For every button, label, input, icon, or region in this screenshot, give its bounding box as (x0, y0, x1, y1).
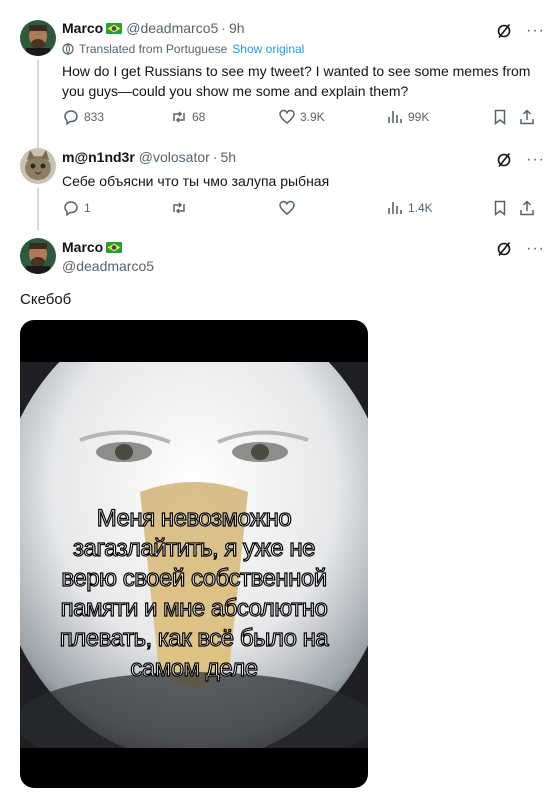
tweet-actions: 833 68 3.9K 99K (0, 108, 549, 128)
meme-caption-line: памяти и мне абсолютно (60, 594, 328, 622)
thread-line (37, 60, 39, 140)
user-handle-row: @deadmarco5 (62, 258, 154, 274)
bookmark-button[interactable] (491, 199, 509, 217)
show-original-link[interactable]: Show original (232, 42, 304, 56)
repost-count: 68 (192, 110, 206, 124)
translation-notice: Translated from Portuguese Show original (62, 42, 304, 56)
reply-button[interactable]: 1 (62, 199, 91, 217)
tweet-actions: 1 1.4K (0, 199, 549, 219)
brazil-flag-icon (106, 241, 123, 253)
avatar[interactable] (20, 20, 56, 56)
avatar[interactable] (20, 148, 56, 184)
meme-caption-line: верю своей собственной (61, 564, 328, 592)
tweet-header: Marco (62, 239, 123, 255)
separator-dot: · (212, 149, 218, 165)
meme-caption-line: Меня невозможно (96, 504, 292, 532)
brazil-flag-icon (106, 22, 123, 34)
more-icon[interactable]: ··· (526, 240, 545, 258)
like-button[interactable]: 3.9K (278, 108, 325, 126)
like-icon (278, 108, 296, 126)
reply-count: 1 (84, 201, 91, 215)
views-count: 99K (408, 110, 430, 124)
reply-icon (62, 108, 80, 126)
meme-caption-line: плевать, как всё было на (59, 624, 329, 652)
share-icon (518, 199, 536, 217)
tweet-text-line: you guys—could you show me some and expl… (62, 83, 409, 99)
user-handle[interactable]: @volosator (139, 149, 210, 165)
meme-caption-line: загазлайтить, я уже не (72, 534, 316, 562)
bookmark-button[interactable] (491, 108, 509, 126)
more-icon[interactable]: ··· (526, 22, 545, 40)
translated-label: Translated from Portuguese (79, 42, 228, 56)
grok-icon[interactable] (496, 241, 512, 257)
display-name[interactable]: Marco (62, 239, 103, 255)
repost-button[interactable] (170, 199, 188, 217)
bookmark-icon (491, 199, 509, 217)
share-icon (518, 108, 536, 126)
tweet-header: Marco @deadmarco5 · 9h (62, 20, 245, 36)
like-icon (278, 199, 296, 217)
views-count: 1.4K (408, 201, 433, 215)
tweet-top-icons: ··· (496, 151, 545, 169)
separator-dot: · (221, 20, 226, 36)
like-button[interactable] (278, 199, 296, 217)
tweet-header: m@n1nd3r @volosator · 5h (62, 149, 236, 165)
like-count: 3.9K (300, 110, 325, 124)
reply-icon (62, 199, 80, 217)
tweet-text: Себе объясни что ты чмо залупа рыбная (62, 173, 330, 189)
share-button[interactable] (518, 199, 536, 217)
bookmark-icon (491, 108, 509, 126)
tweet-top-icons: ··· (496, 240, 545, 258)
reply-button[interactable]: 833 (62, 108, 104, 126)
repost-button[interactable]: 68 (170, 108, 205, 126)
grok-icon[interactable] (496, 152, 512, 168)
meme-image[interactable]: Меня невозможно загазлайтить, я уже не в… (20, 320, 368, 788)
tweet-top-icons: ··· (496, 22, 545, 40)
avatar[interactable] (20, 238, 56, 274)
repost-icon (170, 199, 188, 217)
views-icon (386, 199, 404, 217)
thread-line (37, 140, 39, 148)
user-handle[interactable]: @deadmarco5 (62, 258, 154, 274)
tweet-text-line: How do I get Russians to see my tweet? I… (62, 63, 531, 79)
display-name[interactable]: Marco (62, 20, 103, 36)
meme-caption-line: самом деле (130, 654, 259, 682)
views-button[interactable]: 99K (386, 108, 429, 126)
timestamp[interactable]: 5h (220, 149, 236, 165)
user-handle[interactable]: @deadmarco5 (126, 20, 218, 36)
tweet-text: Скебоб (20, 291, 72, 308)
grok-icon[interactable] (496, 23, 512, 39)
views-button[interactable]: 1.4K (386, 199, 433, 217)
display-name[interactable]: m@n1nd3r (62, 149, 135, 165)
repost-icon (170, 108, 188, 126)
tweet-text: How do I get Russians to see my tweet? I… (62, 61, 542, 101)
meme-caption: Меня невозможно загазлайтить, я уже не в… (20, 504, 368, 684)
reply-count: 833 (84, 110, 105, 124)
more-icon[interactable]: ··· (526, 151, 545, 169)
translate-icon (62, 43, 74, 55)
views-icon (386, 108, 404, 126)
timestamp[interactable]: 9h (229, 20, 245, 36)
share-button[interactable] (518, 108, 536, 126)
